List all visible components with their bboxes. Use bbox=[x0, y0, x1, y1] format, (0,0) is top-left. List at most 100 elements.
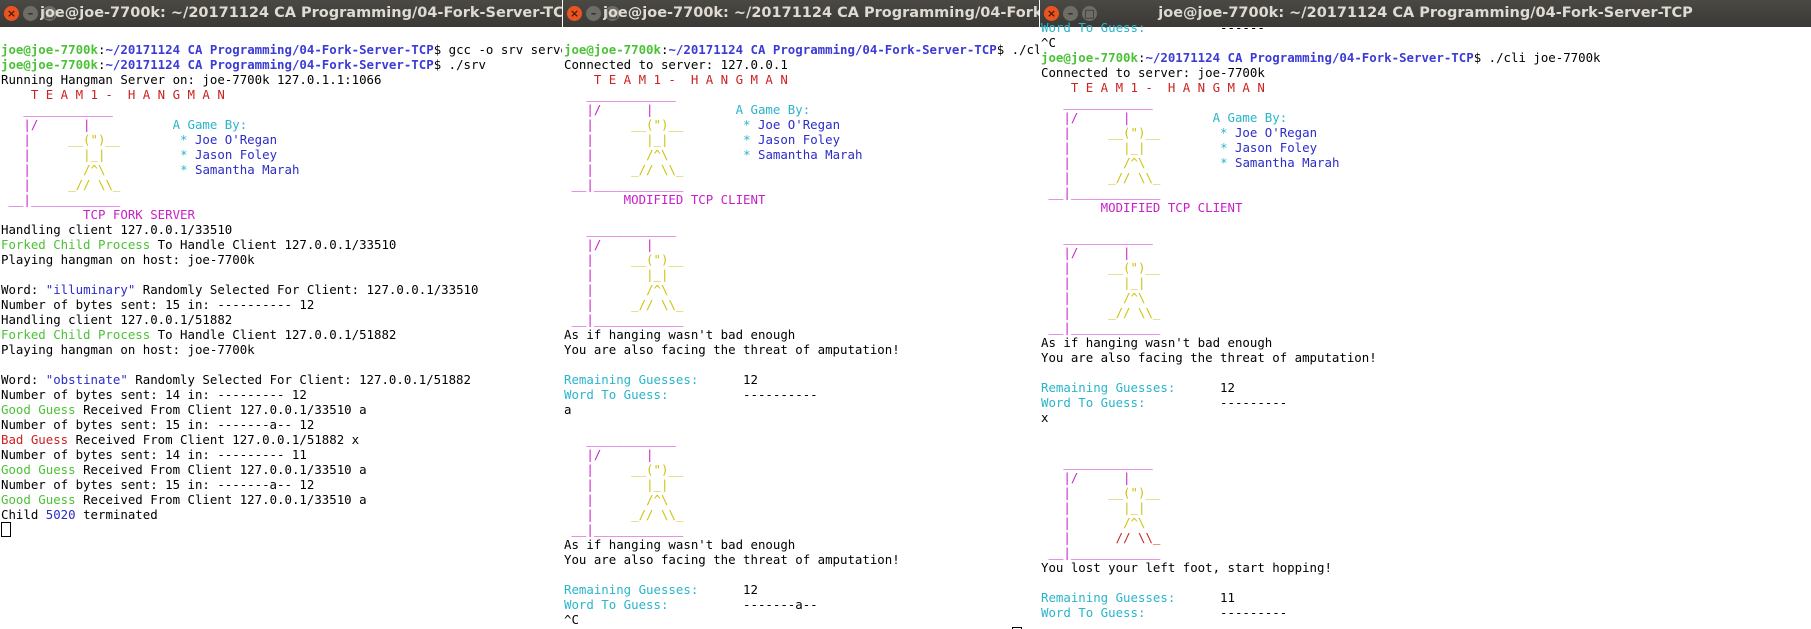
minimize-icon[interactable]: – bbox=[1063, 6, 1078, 21]
window-title: joe@joe-7700k: ~/20171124 CA Programming… bbox=[1158, 5, 1693, 21]
terminal-window-client-2[interactable]: × – □ joe@joe-7700k: ~/20171124 CA Program… bbox=[1040, 0, 1811, 629]
terminal-line: As if hanging wasn't bad enough bbox=[564, 537, 1039, 552]
close-icon[interactable]: × bbox=[567, 6, 582, 21]
terminal-line: Good Guess Received From Client 127.0.0.… bbox=[1, 492, 562, 507]
terminal-line: You are also facing the threat of amputa… bbox=[564, 552, 1039, 567]
terminal-text: MODIFIED TCP CLIENT bbox=[1041, 200, 1243, 215]
terminal-text: Handling client 127.0.0.1/51882 bbox=[1, 312, 233, 327]
terminal-text: |/ | bbox=[564, 102, 736, 117]
terminal-text: Joe O'Regan bbox=[1234, 125, 1318, 140]
terminal-line: |/ | A Game By: bbox=[1041, 110, 1811, 125]
terminal-text: As if hanging wasn't bad enough bbox=[1041, 335, 1273, 350]
terminal-text: |/ | bbox=[1041, 470, 1131, 485]
maximize-icon[interactable]: □ bbox=[1082, 6, 1097, 21]
terminal-line: Remaining Guesses: 12 bbox=[564, 372, 1039, 387]
terminal-line: | /^\ bbox=[1041, 515, 1811, 530]
terminal-text: Forked Child Process bbox=[1, 327, 151, 342]
terminal-text: Number of bytes sent: 15 in: ---------- … bbox=[1, 297, 315, 312]
terminal-line: __|____________ bbox=[564, 312, 1039, 327]
terminal-text: |_| bbox=[1123, 500, 1146, 515]
terminal-line: | |_| * Jason Foley bbox=[564, 132, 1039, 147]
terminal-text: 12 bbox=[698, 582, 758, 597]
terminal-text: |/ | bbox=[1, 117, 173, 132]
terminal-text: Word To Guess: bbox=[1041, 395, 1146, 410]
terminal-text: | bbox=[564, 252, 632, 267]
close-icon[interactable]: × bbox=[1044, 6, 1059, 21]
terminal-text: |_| bbox=[646, 132, 669, 147]
terminal-text: --------- bbox=[1145, 395, 1288, 410]
terminal-text: Randomly Selected For Client: 127.0.0.1/… bbox=[135, 282, 479, 297]
terminal-line: | /^\ * Samantha Marah bbox=[564, 147, 1039, 162]
terminal-text: A Game By: bbox=[1212, 110, 1288, 125]
terminal-text: TCP FORK SERVER bbox=[1, 207, 195, 222]
terminal-text: /^\ bbox=[646, 492, 669, 507]
terminal-text: |_| bbox=[646, 267, 669, 282]
terminal-text: As if hanging wasn't bad enough bbox=[564, 327, 796, 342]
terminal-text: |_| bbox=[1123, 140, 1146, 155]
terminal-text: * bbox=[180, 162, 195, 177]
terminal-window-server[interactable]: × – □ joe@joe-7700k: ~/20171124 CA Program… bbox=[0, 0, 562, 629]
terminal-text: Number of bytes sent: 14 in: --------- 1… bbox=[1, 447, 307, 462]
terminal-text: ~/20171124 CA Programming/04-Fork-Server… bbox=[668, 42, 997, 57]
terminal-text: Remaining Guesses: bbox=[1041, 590, 1176, 605]
terminal-line: __|____________ bbox=[1041, 185, 1811, 200]
terminal-line: joe@joe-7700k:~/20171124 CA Programming/… bbox=[564, 42, 1039, 57]
terminal-text: Received From Client 127.0.0.1/33510 a bbox=[75, 402, 367, 417]
terminal-line: TCP FORK SERVER bbox=[1, 207, 562, 222]
terminal-text: ____________ bbox=[1041, 230, 1153, 245]
terminal-window-client-1[interactable]: × – □ joe@joe-7700k: ~/20171124 CA Program… bbox=[563, 0, 1039, 629]
terminal-output[interactable]: Word To Guess: ------ ^C joe@joe-7700k:~/2… bbox=[1040, 20, 1811, 629]
terminal-text: You are also facing the threat of amputa… bbox=[564, 552, 900, 567]
window-titlebar[interactable]: × – □ joe@joe-7700k: ~/20171124 CA Program… bbox=[563, 0, 1039, 27]
terminal-line: T E A M 1 - H A N G M A N bbox=[1, 87, 562, 102]
terminal-text: | bbox=[1041, 485, 1109, 500]
minimize-icon[interactable]: – bbox=[586, 6, 601, 21]
terminal-line: T E A M 1 - H A N G M A N bbox=[564, 72, 1039, 87]
terminal-text: | bbox=[1, 147, 84, 162]
terminal-line: Word To Guess: --------- bbox=[1041, 605, 1811, 620]
terminal-text: | bbox=[564, 162, 632, 177]
terminal-text: terminated bbox=[75, 507, 158, 522]
terminal-line: __|____________ bbox=[1041, 320, 1811, 335]
terminal-output[interactable]: joe@joe-7700k:~/20171124 CA Programming/… bbox=[563, 27, 1039, 629]
terminal-line: ^C bbox=[1041, 35, 1811, 50]
terminal-line: You are also facing the threat of amputa… bbox=[564, 342, 1039, 357]
terminal-text: __|____________ bbox=[564, 177, 684, 192]
terminal-text: ------ bbox=[1145, 20, 1265, 35]
terminal-text: /^\ bbox=[83, 162, 106, 177]
terminal-text: ____________ bbox=[564, 222, 676, 237]
terminal-output[interactable]: joe@joe-7700k:~/20171124 CA Programming/… bbox=[0, 27, 562, 629]
terminal-line: joe@joe-7700k:~/20171124 CA Programming/… bbox=[1041, 50, 1811, 65]
terminal-line: ____________ bbox=[564, 432, 1039, 447]
terminal-text: _// \\_ bbox=[1108, 305, 1161, 320]
terminal-line: As if hanging wasn't bad enough bbox=[1041, 335, 1811, 350]
terminal-line: Word To Guess: -------a-- bbox=[564, 597, 1039, 612]
terminal-line: | _// \\_ bbox=[564, 297, 1039, 312]
terminal-line: | __(")__ bbox=[1041, 485, 1811, 500]
terminal-text: Samantha Marah bbox=[194, 162, 300, 177]
window-titlebar[interactable]: × – □ joe@joe-7700k: ~/20171124 CA Program… bbox=[0, 0, 562, 27]
terminal-text: Received From Client 127.0.0.1/33510 a bbox=[75, 492, 367, 507]
terminal-line: Remaining Guesses: 12 bbox=[564, 582, 1039, 597]
terminal-line: joe@joe-7700k:~/20171124 CA Programming/… bbox=[1, 42, 562, 57]
terminal-text: |/ | bbox=[1041, 110, 1213, 125]
minimize-icon[interactable]: – bbox=[23, 6, 38, 21]
terminal-text: ____________ bbox=[1, 102, 113, 117]
terminal-text: Samantha Marah bbox=[757, 147, 863, 162]
terminal-text: __|____________ bbox=[564, 312, 684, 327]
terminal-line: |/ | A Game By: bbox=[564, 102, 1039, 117]
terminal-text: 11 bbox=[1175, 590, 1235, 605]
terminal-text: Word To Guess: bbox=[1041, 605, 1146, 620]
close-icon[interactable]: × bbox=[4, 6, 19, 21]
terminal-line: | __(")__ bbox=[564, 252, 1039, 267]
terminal-line: Number of bytes sent: 14 in: --------- 1… bbox=[1, 387, 562, 402]
terminal-line: Connected to server: 127.0.0.1 bbox=[564, 57, 1039, 72]
terminal-text: // \\_ bbox=[1115, 530, 1161, 545]
terminal-text: You are also facing the threat of amputa… bbox=[564, 342, 900, 357]
terminal-text: __(")__ bbox=[68, 132, 121, 147]
terminal-line: Connected to server: joe-7700k bbox=[1041, 65, 1811, 80]
terminal-text: /^\ bbox=[646, 147, 669, 162]
